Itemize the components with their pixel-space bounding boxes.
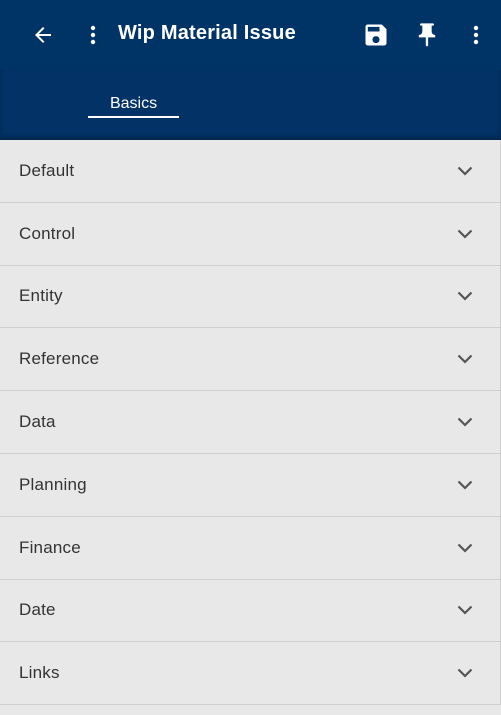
tab-basics[interactable]: Basics [88,90,179,118]
chevron-down-icon[interactable] [456,162,474,180]
section-date[interactable]: Date [0,579,501,643]
section-label: Default [19,160,75,180]
section-data[interactable]: Data [0,391,501,454]
pin-icon[interactable] [411,19,443,51]
section-links[interactable]: Links [0,642,501,706]
save-icon[interactable] [360,19,392,51]
section-reference[interactable]: Reference [0,328,501,392]
back-arrow-icon[interactable] [28,20,58,50]
section-default[interactable]: Default [0,140,501,203]
chevron-down-icon[interactable] [456,601,474,619]
section-planning[interactable]: Planning [0,453,501,517]
chevron-down-icon[interactable] [456,664,474,682]
section-control[interactable]: Control [0,202,501,266]
more-vert-icon[interactable] [80,20,106,50]
chevron-down-icon[interactable] [456,225,474,243]
chevron-down-icon[interactable] [456,539,474,557]
app-bar: Wip Material Issue [0,0,501,70]
section-list: Default Control Entity Reference Data Pl… [0,140,501,706]
tab-label: Basics [109,95,158,112]
section-label: Reference [19,349,100,369]
tab-active-indicator [88,116,179,118]
section-label: Date [19,600,56,620]
page-title: Wip Material Issue [118,22,296,44]
section-label: Finance [19,537,81,557]
tab-bar: Basics [0,70,501,140]
section-label: Entity [19,286,63,306]
more-vert-icon[interactable] [463,20,489,50]
section-entity[interactable]: Entity [0,265,501,329]
section-label: Links [19,663,60,683]
chevron-down-icon[interactable] [456,413,474,431]
section-label: Planning [19,474,87,494]
section-finance[interactable]: Finance [0,516,501,580]
section-label: Data [19,412,56,432]
chevron-down-icon[interactable] [456,287,474,305]
chevron-down-icon[interactable] [456,350,474,368]
chevron-down-icon[interactable] [456,476,474,494]
section-label: Control [19,223,76,243]
